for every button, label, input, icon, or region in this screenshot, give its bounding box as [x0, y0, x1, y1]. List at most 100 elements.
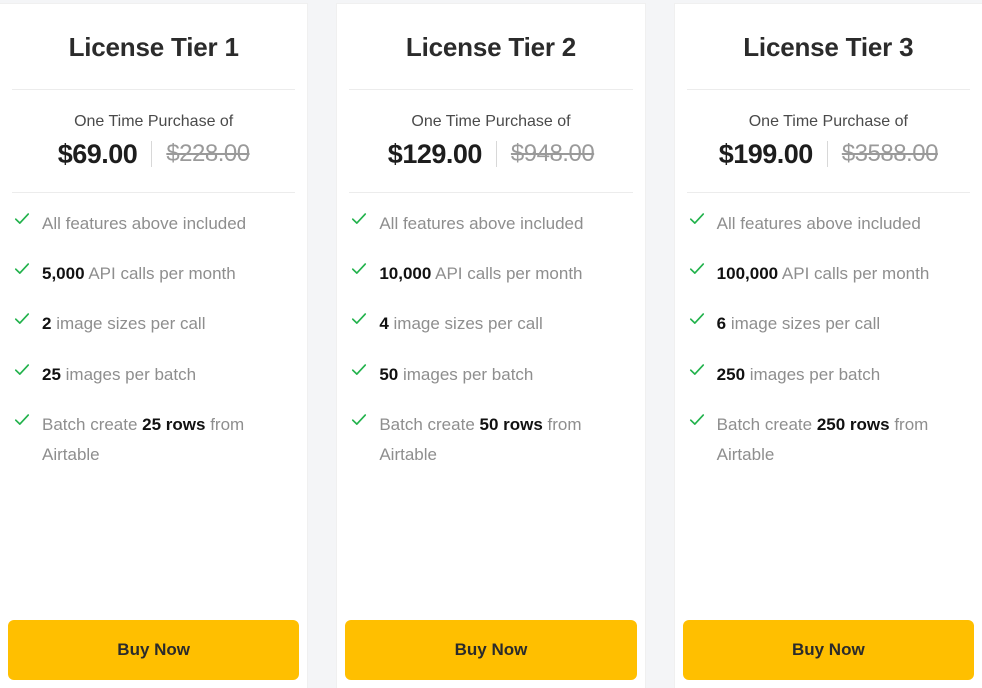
pricing-card: License Tier 2 One Time Purchase of $129.0… [337, 4, 645, 688]
check-icon [351, 412, 367, 432]
check-icon [351, 261, 367, 281]
price-separator [495, 141, 497, 168]
tier-title: License Tier 3 [743, 32, 914, 62]
feature-label: 6 image sizes per call [717, 309, 884, 339]
price-caption: One Time Purchase of [74, 113, 234, 131]
price-caption: One Time Purchase of [411, 113, 571, 131]
feature-highlight-value: 6 [716, 314, 727, 334]
check-icon [14, 311, 30, 331]
feature-text-suffix: API calls per month [84, 264, 236, 284]
buy-now-button[interactable]: Buy Now [345, 620, 637, 680]
price-block: One Time Purchase of $69.00 $228.00 [0, 90, 307, 192]
feature-list-item: 250 images per batch [689, 360, 968, 390]
tier-title: License Tier 1 [68, 32, 239, 62]
feature-text-prefix: Batch create [716, 414, 817, 434]
feature-text-suffix: API calls per month [431, 264, 583, 284]
price-block: One Time Purchase of $129.00 $948.00 [337, 90, 644, 192]
feature-list-item: 6 image sizes per call [689, 309, 968, 339]
feature-label: All features above included [379, 209, 587, 239]
original-price: $948.00 [510, 140, 595, 168]
feature-label: Batch create 50 rows from Airtable [379, 410, 630, 471]
feature-list: All features above included 5,000 API cal… [0, 193, 307, 620]
pricing-card: License Tier 1 One Time Purchase of $69.00… [0, 4, 308, 688]
feature-label: Batch create 25 rows from Airtable [42, 410, 293, 471]
price-caption: One Time Purchase of [748, 113, 908, 131]
feature-label: 100,000 API calls per month [717, 259, 934, 289]
check-icon [14, 412, 30, 432]
feature-label: All features above included [717, 209, 925, 239]
check-icon [689, 311, 705, 331]
feature-list-item: 10,000 API calls per month [351, 259, 630, 289]
feature-list-item: Batch create 250 rows from Airtable [689, 410, 968, 471]
feature-text-suffix: images per batch [745, 364, 881, 384]
feature-text-prefix: Batch create [42, 414, 143, 434]
feature-highlight-value: 50 rows [479, 414, 543, 434]
feature-list: All features above included 10,000 API ca… [337, 193, 644, 620]
feature-label: 2 image sizes per call [42, 309, 209, 339]
price-separator [826, 141, 828, 168]
check-icon [689, 362, 705, 382]
feature-label: All features above included [42, 209, 250, 239]
feature-list-item: Batch create 50 rows from Airtable [351, 410, 630, 471]
pricing-tier-grid: License Tier 1 One Time Purchase of $69.00… [0, 0, 982, 688]
feature-highlight-value: 250 rows [816, 414, 890, 434]
price-block: One Time Purchase of $199.00 $3588.00 [675, 90, 982, 192]
feature-list-item: All features above included [351, 209, 630, 239]
pricing-card: License Tier 3 One Time Purchase of $199.0… [674, 4, 982, 688]
feature-highlight-value: 25 rows [142, 414, 206, 434]
current-price: $199.00 [718, 138, 814, 169]
price-row: $69.00 $228.00 [10, 139, 297, 170]
check-icon [14, 261, 30, 281]
feature-label: 250 images per batch [717, 360, 885, 390]
feature-label: Batch create 250 rows from Airtable [717, 410, 968, 471]
feature-highlight-value: 250 [716, 364, 746, 384]
original-price: $3588.00 [841, 140, 939, 168]
feature-list-item: All features above included [689, 209, 968, 239]
feature-text-suffix: All features above included [379, 213, 584, 233]
tier-title: License Tier 2 [405, 32, 577, 62]
feature-list-item: All features above included [14, 209, 293, 239]
buy-now-button[interactable]: Buy Now [8, 620, 300, 680]
check-icon [689, 412, 705, 432]
feature-list-item: 100,000 API calls per month [689, 259, 968, 289]
feature-highlight-value: 100,000 [716, 264, 779, 284]
feature-label: 5,000 API calls per month [42, 259, 240, 289]
buy-now-button[interactable]: Buy Now [682, 620, 974, 680]
price-separator [151, 141, 153, 168]
check-icon [351, 362, 367, 382]
feature-label: 25 images per batch [42, 360, 200, 390]
feature-text-suffix: All features above included [42, 213, 247, 233]
check-icon [689, 261, 705, 281]
feature-highlight-value: 5,000 [42, 264, 85, 284]
feature-list-item: Batch create 25 rows from Airtable [14, 410, 293, 471]
feature-list-item: 50 images per batch [351, 360, 630, 390]
feature-text-suffix: image sizes per call [51, 314, 206, 334]
feature-list: All features above included 100,000 API c… [675, 193, 982, 620]
feature-label: 4 image sizes per call [379, 309, 546, 339]
feature-text-suffix: image sizes per call [388, 314, 543, 334]
current-price: $69.00 [57, 138, 138, 169]
feature-text-suffix: images per batch [398, 364, 534, 384]
feature-text-suffix: images per batch [60, 364, 197, 384]
check-icon [689, 211, 705, 231]
feature-highlight-value: 10,000 [379, 264, 432, 284]
check-icon [14, 362, 30, 382]
feature-text-suffix: API calls per month [778, 264, 930, 284]
feature-label: 10,000 API calls per month [379, 259, 586, 289]
feature-highlight-value: 50 [379, 364, 399, 384]
price-row: $199.00 $3588.00 [685, 139, 972, 170]
check-icon [351, 211, 367, 231]
feature-list-item: 5,000 API calls per month [14, 259, 293, 289]
feature-highlight-value: 4 [379, 314, 389, 334]
feature-label: 50 images per batch [379, 360, 537, 390]
feature-text-prefix: Batch create [379, 414, 480, 434]
feature-list-item: 25 images per batch [14, 360, 293, 390]
current-price: $129.00 [387, 138, 483, 169]
feature-list-item: 2 image sizes per call [14, 309, 293, 339]
check-icon [351, 311, 367, 331]
feature-text-suffix: All features above included [716, 213, 921, 233]
feature-list-item: 4 image sizes per call [351, 309, 630, 339]
check-icon [14, 211, 30, 231]
price-row: $129.00 $948.00 [347, 139, 634, 170]
original-price: $228.00 [166, 140, 250, 168]
